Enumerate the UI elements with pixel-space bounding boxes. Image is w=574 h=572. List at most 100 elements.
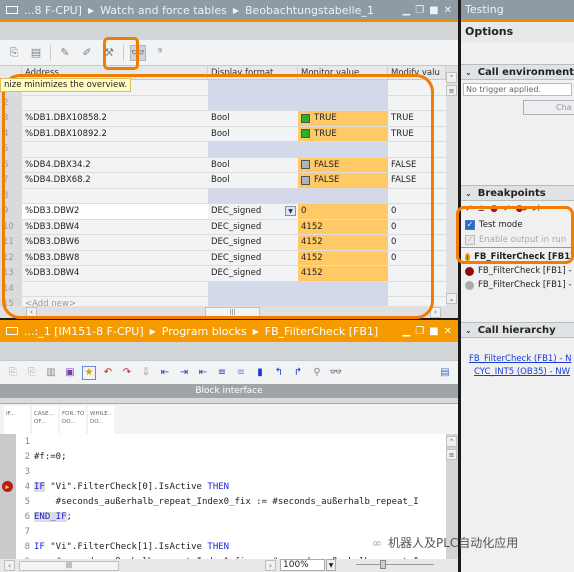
enable-breakpoint-icon[interactable]: ✔ — [503, 204, 511, 214]
test-mode-checkbox[interactable]: ✓ — [465, 219, 475, 230]
compare-icon[interactable]: ⇩ — [139, 366, 153, 380]
change-button[interactable]: Cha — [523, 100, 574, 115]
breakpoint-item[interactable]: FB_FilterCheck [FB1] - — [461, 264, 574, 278]
maximize-icon[interactable]: ■ — [429, 326, 438, 337]
scroll-thumb-icon[interactable]: ≡ — [446, 85, 457, 96]
network-add-icon[interactable]: ⎘ — [25, 366, 39, 380]
table-row[interactable]: 2 — [0, 95, 446, 111]
display-format-cell[interactable]: DEC_signed — [208, 251, 298, 266]
table-row[interactable]: 8 — [0, 188, 446, 204]
address-cell[interactable]: %DB1.DBX10858.2 — [22, 111, 208, 126]
display-format-cell[interactable] — [208, 95, 298, 110]
table-row[interactable]: 15 <Add new> — [0, 297, 446, 306]
modify-value-cell[interactable]: TRUE — [388, 127, 446, 142]
minimize-icon[interactable]: ▁ — [402, 326, 410, 337]
next-bookmark-icon[interactable]: ↱ — [291, 366, 305, 380]
table-row[interactable]: 9 %DB3.DBW2 DEC_signed ▼ 0 0 — [0, 204, 446, 220]
modify-value-cell[interactable] — [388, 142, 446, 157]
instruction-template[interactable]: CASE... OF... — [32, 406, 58, 434]
network-icon[interactable]: ⎘ — [6, 366, 20, 380]
zoom-dropdown-icon[interactable]: ▼ — [326, 559, 336, 571]
address-cell[interactable] — [22, 282, 208, 297]
address-cell[interactable]: %DB3.DBW4 — [22, 220, 208, 235]
block-interface-bar[interactable]: Block interface — [0, 384, 458, 398]
table-row[interactable]: 10 %DB3.DBW4 DEC_signed 4152 0 — [0, 219, 446, 235]
chevron-down-icon[interactable]: ⌄ — [465, 68, 472, 77]
breakpoint-active-icon[interactable]: ▶ — [2, 481, 13, 492]
address-cell[interactable] — [22, 189, 208, 204]
maximize-icon[interactable]: ■ — [429, 5, 438, 16]
test-mode-row[interactable]: ✓ Test mode — [461, 217, 574, 232]
chevron-down-icon[interactable]: ⌄ — [465, 326, 472, 335]
call-hierarchy-link[interactable]: CYC_INT5 (OB35) - NW — [474, 367, 570, 377]
scroll-thumb-icon[interactable]: ≡ — [446, 449, 457, 460]
address-cell[interactable]: <Add new> — [22, 297, 208, 306]
table-row[interactable]: 7 %DB4.DBX68.2 Bool FALSE FALSE — [0, 173, 446, 189]
program-titlebar[interactable]: ...:_1 [IM151-8 F-CPU] ▶ Program blocks … — [0, 320, 458, 342]
table-row[interactable]: 4 %DB1.DBX10892.2 Bool TRUE TRUE — [0, 126, 446, 142]
scroll-right-icon[interactable]: › — [265, 560, 276, 571]
monitoring-icon[interactable]: 👓 — [329, 366, 343, 380]
display-format-cell[interactable]: DEC_signed ▼ — [208, 204, 298, 219]
table-row[interactable]: 6 %DB4.DBX34.2 Bool FALSE FALSE — [0, 157, 446, 173]
monitor-once-icon[interactable]: ⁹ — [152, 45, 168, 61]
address-cell[interactable]: %DB3.DBW4 — [22, 266, 208, 281]
scroll-up-icon[interactable]: ⌃ — [446, 436, 457, 447]
comment-icon[interactable]: ⇤ — [196, 366, 210, 380]
restore-icon[interactable]: ❐ — [415, 5, 424, 16]
code-line[interactable]: 6 END_IF; — [0, 509, 446, 524]
table-row[interactable]: 3 %DB1.DBX10858.2 Bool TRUE TRUE — [0, 111, 446, 127]
zoom-slider-track[interactable] — [356, 564, 434, 565]
display-format-cell[interactable] — [208, 297, 298, 306]
scroll-down-icon[interactable]: ⌄ — [446, 293, 457, 304]
modify-value-cell[interactable]: 0 — [388, 220, 446, 235]
vertical-scrollbar[interactable]: ⌃ ≡ ⌄ — [446, 66, 458, 306]
modify-value-cell[interactable]: TRUE — [388, 111, 446, 126]
table-row[interactable]: 14 — [0, 281, 446, 297]
insert-row-icon[interactable]: ⎘ — [6, 45, 22, 61]
address-cell[interactable]: %DB3.DBW8 — [22, 251, 208, 266]
header-modify-value[interactable]: Modify valu — [388, 66, 446, 79]
modify-value-cell[interactable]: 0 — [388, 204, 446, 219]
instruction-template[interactable]: WHILE.. DO... — [88, 406, 114, 434]
minimize-icon[interactable]: ▁ — [402, 5, 410, 16]
breadcrumb-item[interactable]: Watch and force tables — [100, 4, 227, 17]
modify-trigger-icon[interactable]: ✐ — [79, 45, 95, 61]
delete-breakpoint-icon[interactable]: ● — [490, 204, 498, 214]
call-environment-header[interactable]: ⌄ Call environment — [461, 64, 574, 80]
code-line[interactable]: 5 #seconds_außerhalb_repeat_Index0_fix :… — [0, 494, 446, 509]
call-hierarchy-link[interactable]: FB_FilterCheck (FB1) - N — [469, 354, 571, 364]
indent-icon[interactable]: ⇤ — [158, 366, 172, 380]
instruction-template[interactable]: IF... — [4, 406, 30, 434]
dropdown-arrow-icon[interactable]: ▼ — [285, 206, 296, 217]
layout-icon[interactable]: ▤ — [438, 366, 452, 380]
scroll-left-icon[interactable]: ‹ — [4, 560, 15, 571]
breakpoint-item[interactable]: FB_FilterCheck [FB1] - — [461, 278, 574, 292]
scroll-thumb[interactable]: ||| — [205, 307, 260, 317]
code-line[interactable]: 3 — [0, 464, 446, 479]
code-line[interactable]: 1 — [0, 434, 446, 449]
breakpoints-header[interactable]: ⌄ Breakpoints — [461, 185, 574, 201]
close-icon[interactable]: ✕ — [444, 326, 452, 337]
delete-breakpoint-icon[interactable]: ↶ — [101, 366, 115, 380]
display-format-cell[interactable] — [208, 281, 298, 296]
breakpoint-item[interactable]: FB_FilterCheck [FB1] — [461, 250, 574, 264]
zoom-slider-thumb[interactable] — [380, 560, 386, 569]
toggle-icon[interactable]: ± — [478, 204, 486, 214]
clear-breakpoints-icon[interactable]: ↷ — [120, 366, 134, 380]
table-row[interactable]: 11 %DB3.DBW6 DEC_signed 4152 0 — [0, 235, 446, 251]
scroll-right-icon[interactable]: › — [430, 306, 441, 318]
modify-value-cell[interactable] — [388, 266, 446, 281]
breadcrumb-item[interactable]: ...8 F-CPU] — [24, 4, 82, 17]
force-icon[interactable]: ⚒ — [101, 45, 117, 61]
scroll-thumb[interactable]: ||| — [19, 560, 119, 571]
scroll-up-icon[interactable]: ⌃ — [446, 72, 457, 83]
modify-value-cell[interactable]: FALSE — [388, 173, 446, 188]
modify-value-cell[interactable] — [388, 80, 446, 95]
continue-icon[interactable]: ●▸ — [516, 204, 528, 214]
table-row[interactable]: 12 %DB3.DBW8 DEC_signed 4152 0 — [0, 250, 446, 266]
modify-value-cell[interactable]: 0 — [388, 251, 446, 266]
scroll-left-icon[interactable]: ‹ — [26, 306, 37, 318]
display-format-cell[interactable] — [208, 188, 298, 203]
previous-bookmark-icon[interactable]: ↰ — [272, 366, 286, 380]
